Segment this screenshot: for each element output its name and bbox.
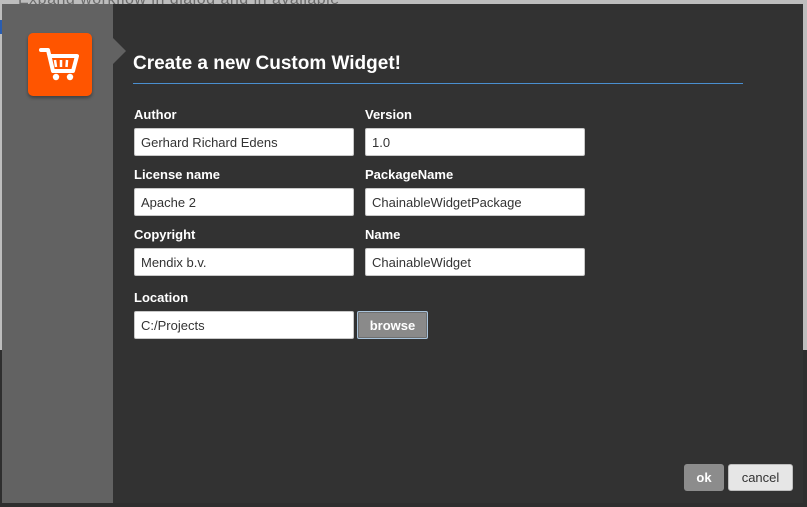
shopping-cart-icon	[39, 48, 79, 81]
license-name-label: License name	[134, 167, 220, 182]
browse-button[interactable]: browse	[357, 311, 428, 339]
name-field[interactable]	[365, 248, 585, 276]
copyright-label: Copyright	[134, 227, 196, 242]
version-field[interactable]	[365, 128, 585, 156]
license-name-field[interactable]	[134, 188, 354, 216]
copyright-field[interactable]	[134, 248, 354, 276]
name-label: Name	[365, 227, 401, 242]
ok-button[interactable]: ok	[684, 464, 724, 491]
cancel-button[interactable]: cancel	[728, 464, 793, 491]
location-field[interactable]	[134, 311, 354, 339]
version-label: Version	[365, 107, 412, 122]
author-label: Author	[134, 107, 177, 122]
title-divider	[133, 83, 743, 84]
author-field[interactable]	[134, 128, 354, 156]
dialog-title: Create a new Custom Widget!	[133, 53, 401, 74]
dialog-sidebar	[2, 4, 126, 503]
custom-widget-dialog: Create a new Custom Widget! Author Versi…	[2, 4, 803, 503]
package-name-field[interactable]	[365, 188, 585, 216]
location-label: Location	[134, 290, 189, 305]
logo-badge	[28, 33, 92, 96]
package-name-label: PackageName	[365, 167, 454, 182]
